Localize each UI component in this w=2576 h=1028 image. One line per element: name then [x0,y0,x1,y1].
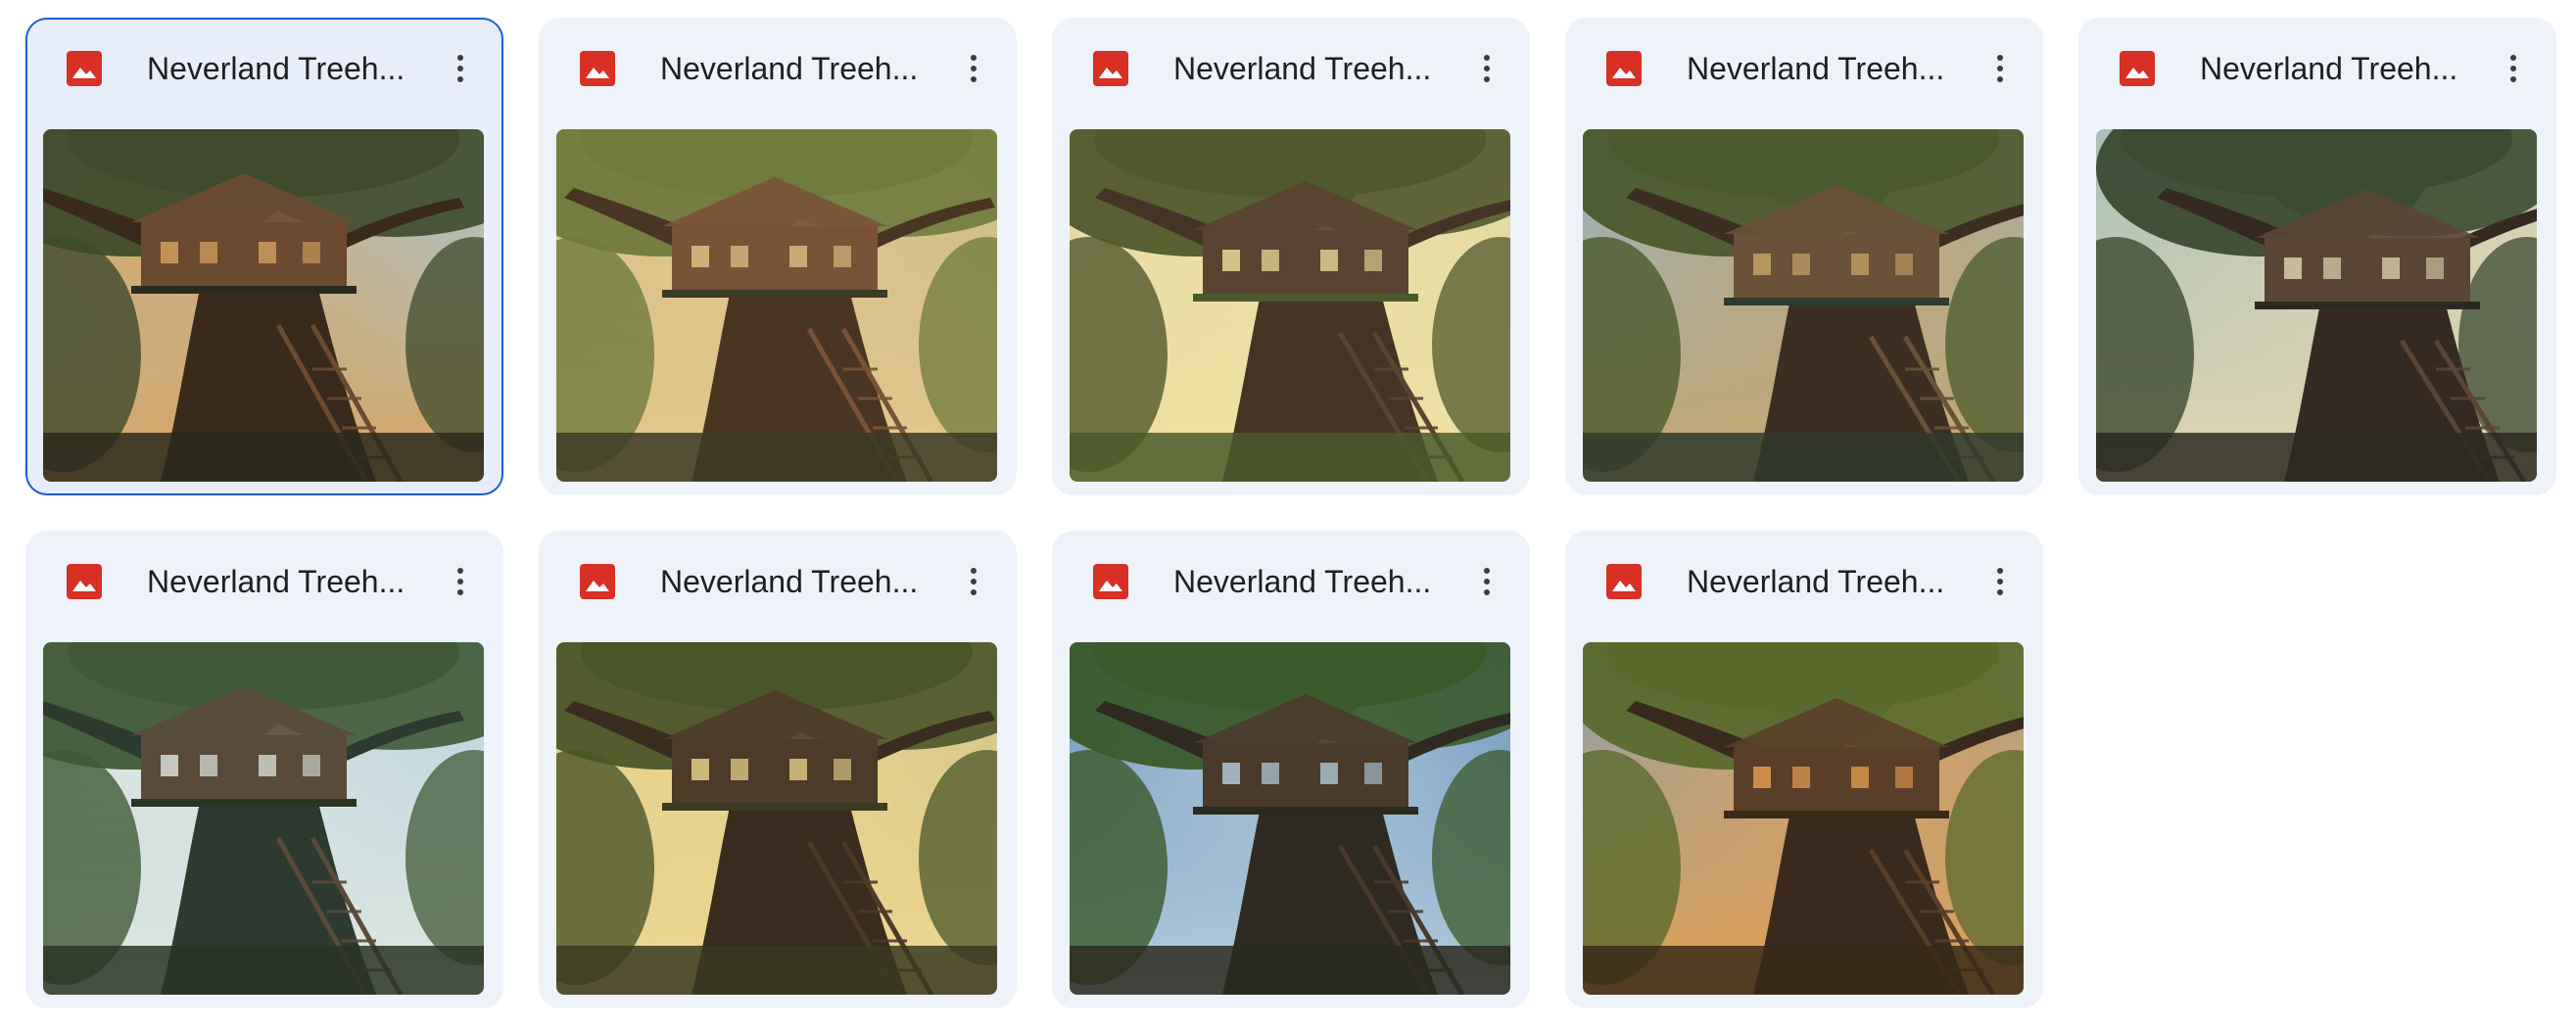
more-options-button[interactable] [1465,560,1508,603]
file-card-header[interactable]: Neverland Treeh... [1052,531,1530,636]
image-file-icon [580,564,615,599]
file-card-header[interactable]: Neverland Treeh... [1052,18,1530,123]
file-card[interactable]: Neverland Treeh... [25,18,503,495]
more-options-button[interactable] [1979,560,2022,603]
image-file-icon [2120,51,2155,86]
image-thumbnail[interactable] [1070,129,1510,482]
file-card-header[interactable]: Neverland Treeh... [539,18,1017,123]
more-options-button[interactable] [1465,47,1508,90]
more-options-icon [971,55,977,61]
file-card-header[interactable]: Neverland Treeh... [2078,18,2556,123]
file-card-header[interactable]: Neverland Treeh... [539,531,1017,636]
image-file-icon [1093,51,1128,86]
image-thumbnail[interactable] [1583,129,2024,482]
image-file-icon [67,564,102,599]
more-options-icon [457,568,463,574]
file-card[interactable]: Neverland Treeh... [539,531,1017,1008]
file-card[interactable]: Neverland Treeh... [1565,18,2043,495]
more-options-icon [1997,568,2003,574]
file-card[interactable]: Neverland Treeh... [1052,531,1530,1008]
image-thumbnail[interactable] [556,642,997,995]
image-thumbnail[interactable] [43,642,484,995]
image-file-icon [1093,564,1128,599]
file-card[interactable]: Neverland Treeh... [539,18,1017,495]
file-card[interactable]: Neverland Treeh... [25,531,503,1008]
more-options-icon [1484,568,1490,574]
more-options-button[interactable] [1979,47,2022,90]
file-card[interactable]: Neverland Treeh... [2078,18,2556,495]
file-name: Neverland Treeh... [1687,564,1945,599]
file-grid: Neverland Treeh... Neverland Treeh... Ne… [0,0,2576,1028]
more-options-button[interactable] [439,560,482,603]
file-card-header[interactable]: Neverland Treeh... [1565,531,2043,636]
image-file-icon [580,51,615,86]
more-options-icon [1997,55,2003,61]
file-name: Neverland Treeh... [147,51,405,86]
image-thumbnail[interactable] [556,129,997,482]
more-options-icon [971,568,977,574]
file-name: Neverland Treeh... [660,51,919,86]
image-thumbnail[interactable] [2096,129,2537,482]
more-options-icon [1484,55,1490,61]
image-thumbnail[interactable] [1583,642,2024,995]
file-card-header[interactable]: Neverland Treeh... [1565,18,2043,123]
file-name: Neverland Treeh... [660,564,919,599]
image-thumbnail[interactable] [1070,642,1510,995]
file-name: Neverland Treeh... [1173,564,1432,599]
file-card[interactable]: Neverland Treeh... [1052,18,1530,495]
image-file-icon [1606,564,1642,599]
file-name: Neverland Treeh... [2200,51,2458,86]
image-thumbnail[interactable] [43,129,484,482]
file-name: Neverland Treeh... [147,564,405,599]
more-options-button[interactable] [2492,47,2535,90]
file-card[interactable]: Neverland Treeh... [1565,531,2043,1008]
file-name: Neverland Treeh... [1687,51,1945,86]
more-options-button[interactable] [952,47,995,90]
image-file-icon [67,51,102,86]
file-name: Neverland Treeh... [1173,51,1432,86]
more-options-button[interactable] [952,560,995,603]
file-card-header[interactable]: Neverland Treeh... [25,531,503,636]
image-file-icon [1606,51,1642,86]
more-options-icon [457,55,463,61]
more-options-icon [2510,55,2516,61]
file-card-header[interactable]: Neverland Treeh... [27,20,501,125]
more-options-button[interactable] [439,47,482,90]
